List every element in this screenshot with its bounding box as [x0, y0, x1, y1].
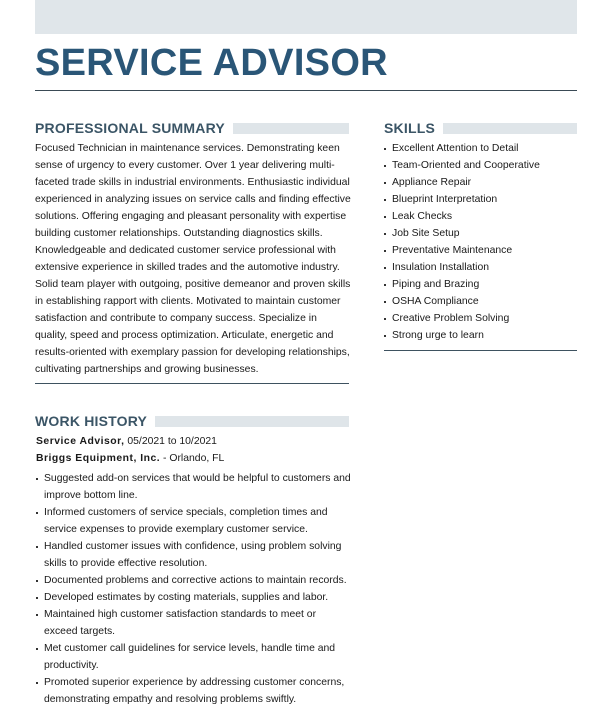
summary-section-header: PROFESSIONAL SUMMARY — [35, 120, 349, 136]
summary-divider — [35, 383, 349, 384]
skill-item: Excellent Attention to Detail — [384, 140, 577, 157]
header-band — [35, 0, 577, 34]
skills-heading: SKILLS — [384, 120, 435, 136]
work-history-heading: WORK HISTORY — [35, 413, 148, 429]
job-title-line: Service Advisor, 05/2021 to 10/2021 — [36, 433, 217, 450]
resume-title: SERVICE ADVISOR — [35, 42, 388, 84]
duty-item: Met customer call guidelines for service… — [36, 640, 352, 674]
work-history-section-header: WORK HISTORY — [35, 413, 349, 429]
skill-item: Piping and Brazing — [384, 276, 577, 293]
company-location: - Orlando, FL — [160, 453, 225, 464]
skills-heading-bar — [442, 122, 577, 134]
skill-item: Strong urge to learn — [384, 327, 577, 344]
company-name: Briggs Equipment, Inc. — [36, 453, 161, 464]
skill-item: Insulation Installation — [384, 259, 577, 276]
skill-item: Job Site Setup — [384, 225, 577, 242]
duty-item: Suggested add-on services that would be … — [36, 470, 352, 504]
skill-item: Leak Checks — [384, 208, 577, 225]
skill-item: Appliance Repair — [384, 174, 577, 191]
skill-item: Preventative Maintenance — [384, 242, 577, 259]
skills-list: Excellent Attention to Detail Team-Orien… — [384, 140, 577, 344]
skill-item: Team-Oriented and Cooperative — [384, 157, 577, 174]
job-duties-list: Suggested add-on services that would be … — [36, 470, 352, 708]
company-line: Briggs Equipment, Inc. - Orlando, FL — [36, 450, 224, 467]
summary-heading: PROFESSIONAL SUMMARY — [35, 120, 225, 136]
skills-section-header: SKILLS — [384, 120, 577, 136]
skill-item: Blueprint Interpretation — [384, 191, 577, 208]
job-title: Service Advisor, — [36, 436, 125, 447]
duty-item: Handled customer issues with confidence,… — [36, 538, 352, 572]
duty-item: Informed customers of service specials, … — [36, 504, 352, 538]
title-divider — [35, 90, 577, 91]
skill-item: Creative Problem Solving — [384, 310, 577, 327]
duty-item: Maintained high customer satisfaction st… — [36, 606, 352, 640]
skills-divider — [384, 350, 577, 351]
duty-item: Promoted superior experience by addressi… — [36, 674, 352, 708]
summary-text: Focused Technician in maintenance servic… — [35, 143, 351, 375]
job-dates: 05/2021 to 10/2021 — [124, 436, 217, 447]
summary-heading-bar — [232, 122, 349, 134]
skill-item: OSHA Compliance — [384, 293, 577, 310]
duty-item: Developed estimates by costing materials… — [36, 589, 352, 606]
work-history-heading-bar — [155, 415, 349, 427]
duty-item: Documented problems and corrective actio… — [36, 572, 352, 589]
